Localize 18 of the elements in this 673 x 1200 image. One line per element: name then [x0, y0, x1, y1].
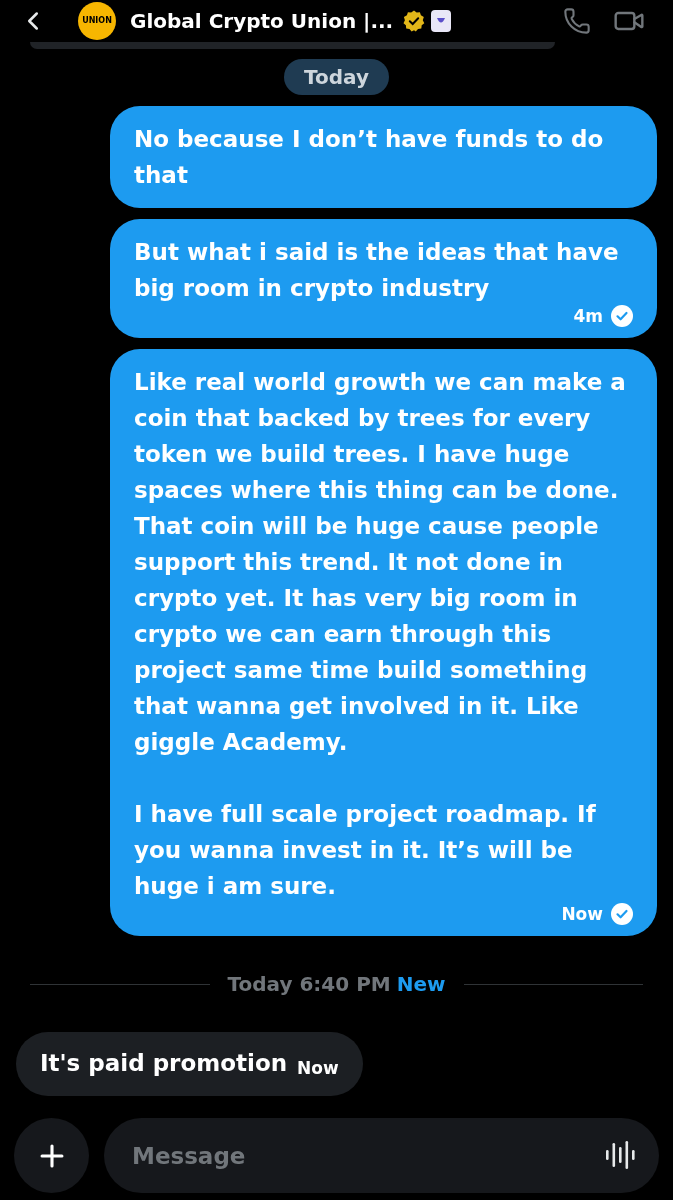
voice-wave-icon[interactable]: [605, 1139, 637, 1171]
message-text: No because I don’t have funds to do that: [134, 125, 605, 190]
seal-check-icon: [403, 10, 426, 32]
message-text: But what i said is the ideas that have big room in crypto industry: [134, 238, 620, 303]
phone-icon[interactable]: [563, 7, 591, 35]
avatar-logo[interactable]: UNION: [78, 2, 116, 40]
message-field[interactable]: Message: [104, 1118, 659, 1193]
message-text: It's paid promotion: [40, 1049, 288, 1078]
new-label: New: [396, 971, 446, 998]
square-badge-icon: [431, 10, 452, 32]
divider-label: Today 6:40 PM: [227, 971, 391, 998]
message-time: 4m: [573, 305, 603, 328]
message-time: Now: [297, 1057, 339, 1080]
date-chip: Today: [284, 59, 389, 95]
message-time: Now: [561, 903, 603, 926]
chat-title[interactable]: Global Crypto Union |...: [130, 6, 394, 36]
logo-text: UNION: [82, 17, 112, 25]
message-text: Like real world growth we can make a coin that backed by trees for every token we build trees. I have huge spaces where this thing can be done. That coin will be huge cause people support this trend. It not done in crypto yet. It has very big room in crypto we can earn through this project same time build something that wanna get involved in it. Like giggle Academy. I have full scale project roadmap. If you wanna invest in it. It’s will be huge i am sure.: [134, 368, 627, 901]
